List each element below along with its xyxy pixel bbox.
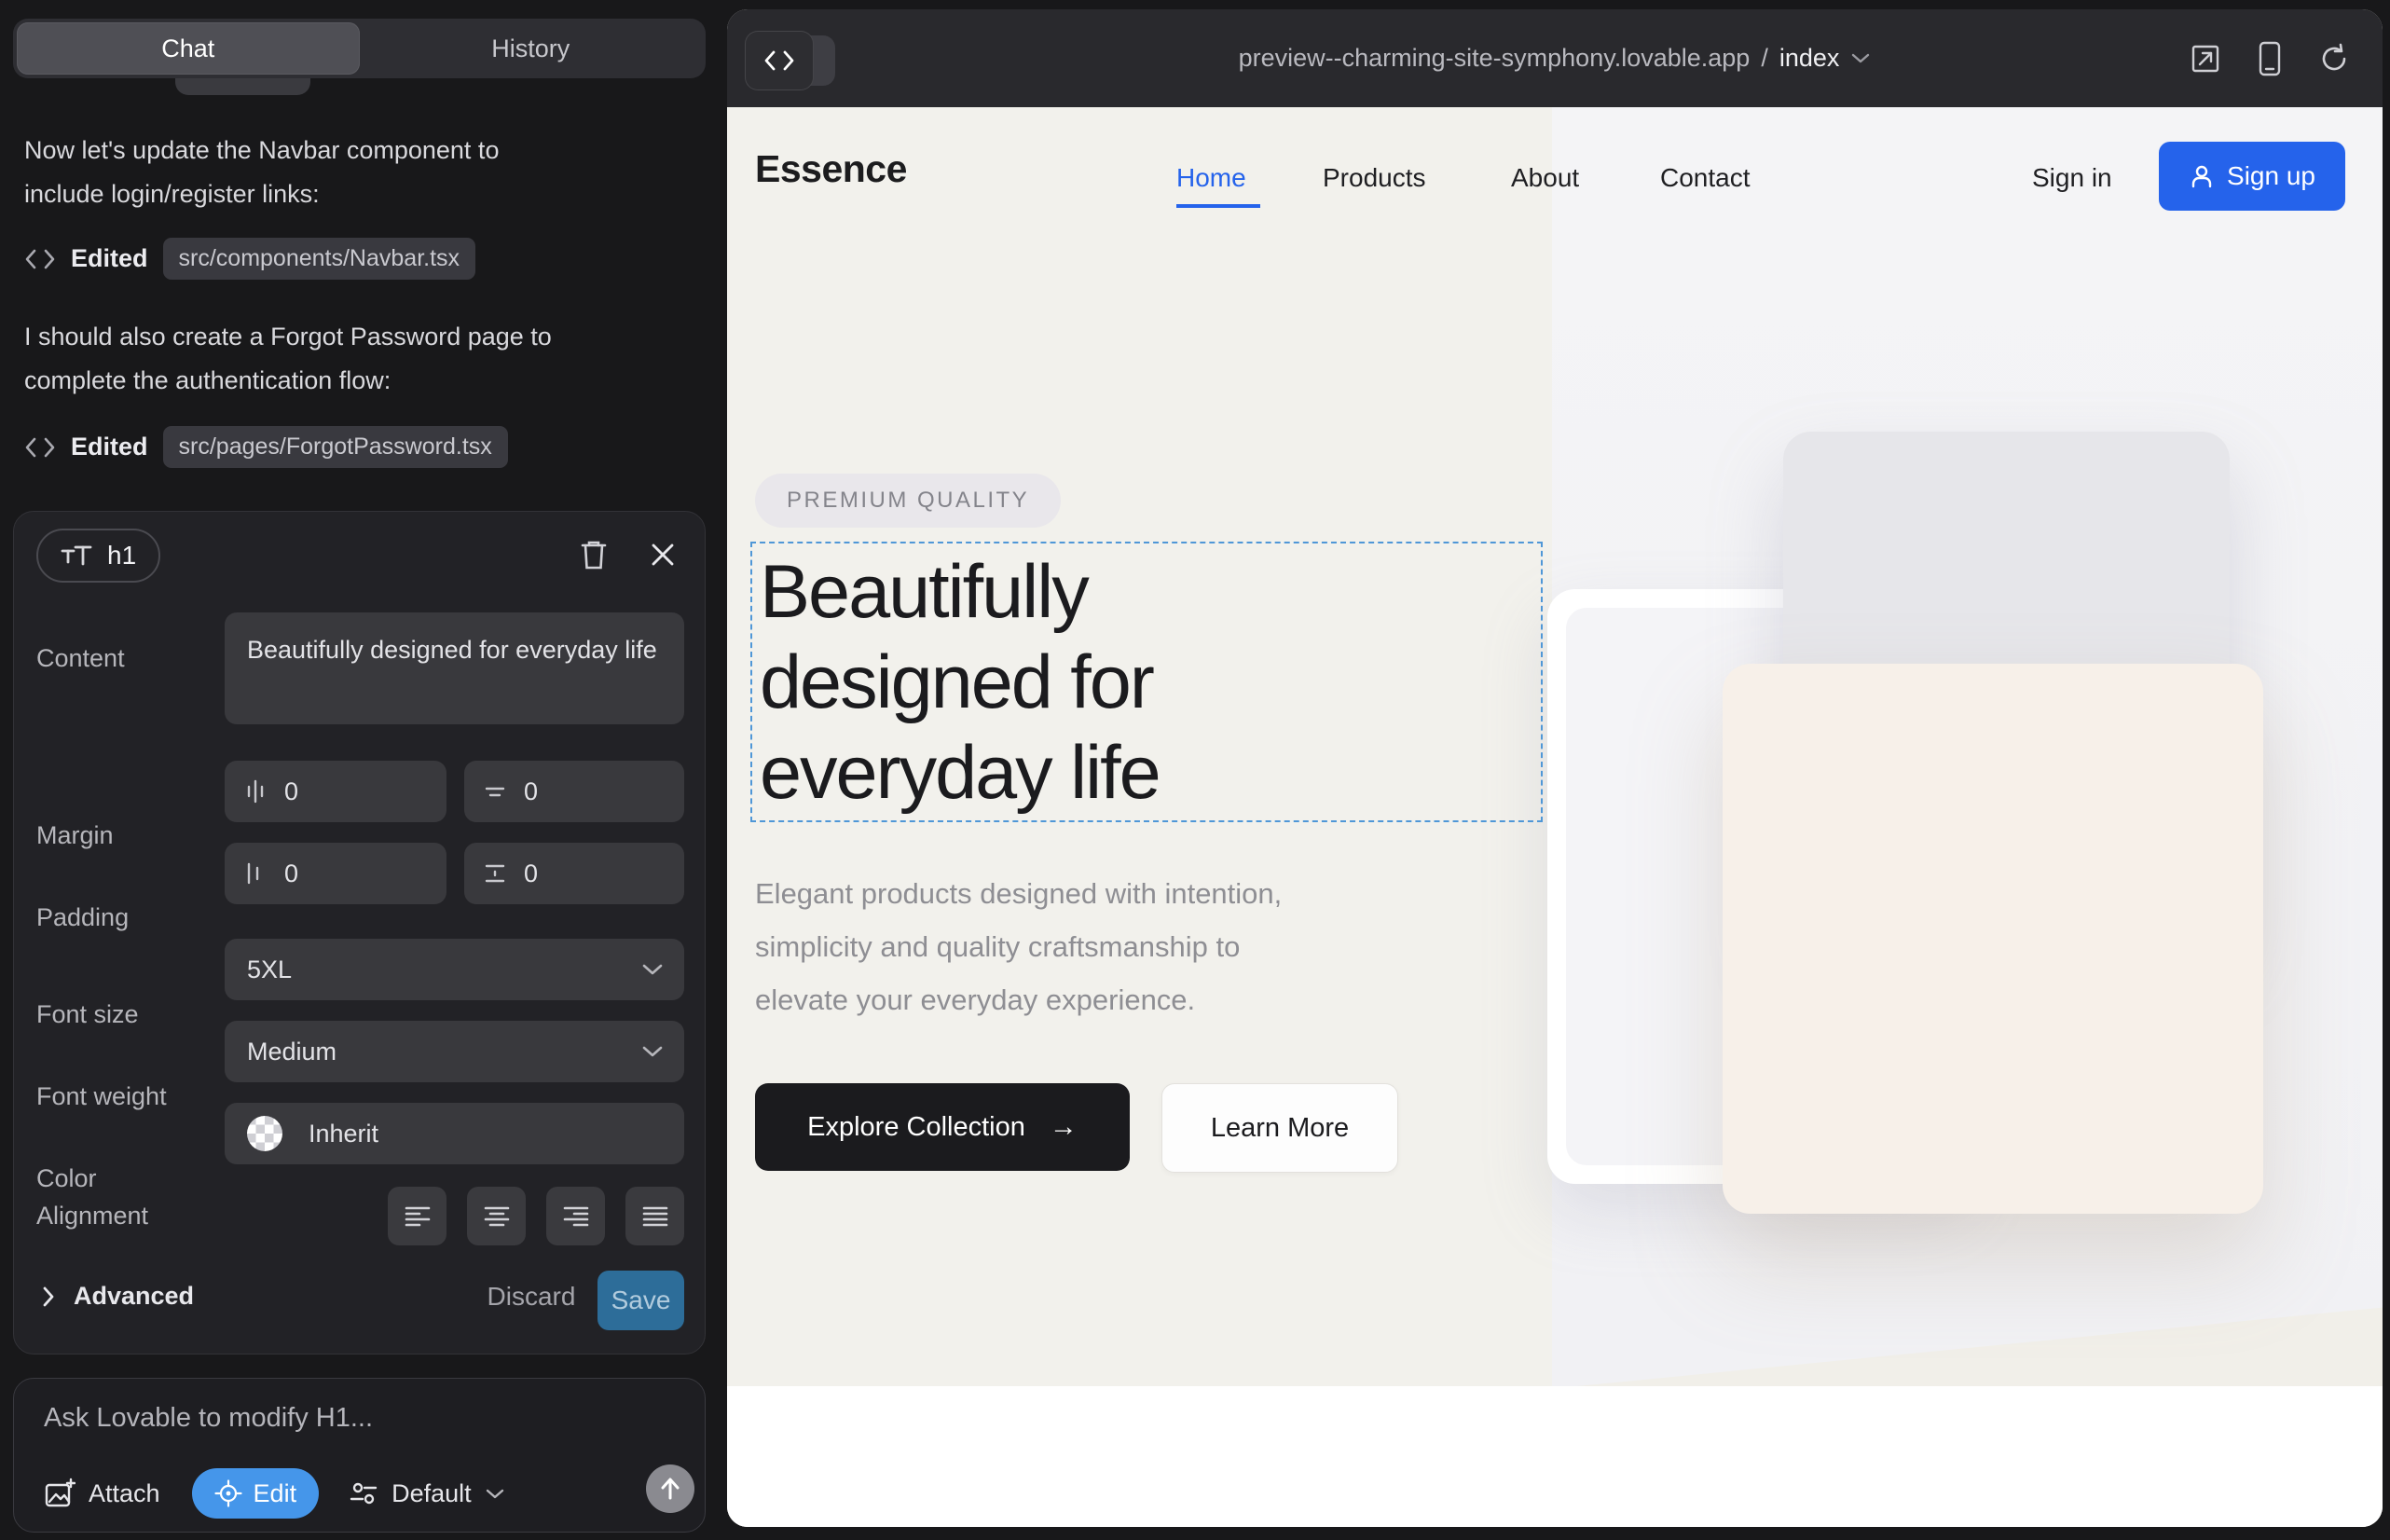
prompt-card: Ask Lovable to modify H1... Attach Edit …: [13, 1378, 706, 1533]
hero-heading[interactable]: Beautifully designed for everyday life: [760, 547, 1160, 818]
assistant-message: I should also create a Forgot Password p…: [24, 315, 552, 403]
chevron-right-icon: [42, 1286, 55, 1308]
arrow-right-icon: →: [1050, 1111, 1078, 1143]
padding-vertical-icon: [483, 860, 507, 887]
assistant-message: Now let's update the Navbar component to…: [24, 129, 499, 216]
selected-element-pill: h1: [36, 529, 160, 583]
delete-element-button[interactable]: [573, 534, 614, 575]
learn-more-button[interactable]: Learn More: [1161, 1083, 1398, 1173]
hero-paragraph: Elegant products designed with intention…: [755, 867, 1282, 1026]
chevron-down-icon: [485, 1488, 505, 1500]
site-page: Essence Home Products About Contact Sign…: [727, 107, 2383, 1527]
preview-browser-bar: preview--charming-site-symphony.lovable.…: [727, 9, 2383, 107]
active-nav-underline: [1176, 204, 1260, 208]
element-style-editor: h1 Content Beautifully designed for ever…: [13, 511, 706, 1354]
margin-y-input[interactable]: 0: [464, 761, 684, 822]
tab-chat[interactable]: Chat: [17, 22, 360, 75]
padding-horizontal-icon: [243, 860, 268, 887]
content-input[interactable]: Beautifully designed for everyday life: [225, 612, 684, 724]
content-label: Content: [36, 644, 125, 673]
padding-label: Padding: [36, 903, 129, 932]
margin-label: Margin: [36, 821, 114, 850]
refresh-icon[interactable]: [2317, 42, 2351, 76]
font-size-select[interactable]: 5XL: [225, 939, 684, 1000]
color-select[interactable]: Inherit: [225, 1103, 684, 1164]
decor-card-cream: [1723, 664, 2263, 1214]
nav-link-products[interactable]: Products: [1323, 163, 1426, 193]
margin-x-input[interactable]: 0: [225, 761, 446, 822]
target-icon: [214, 1479, 242, 1507]
padding-x-input[interactable]: 0: [225, 843, 446, 904]
font-size-label: Font size: [36, 1000, 139, 1029]
mode-select[interactable]: Default: [349, 1479, 505, 1508]
url-separator: /: [1761, 44, 1768, 73]
attach-image-icon: [44, 1478, 76, 1509]
url-page: index: [1779, 44, 1840, 73]
advanced-expander[interactable]: Advanced: [42, 1282, 194, 1311]
color-swatch: [247, 1116, 282, 1151]
nav-link-contact[interactable]: Contact: [1660, 163, 1751, 193]
prompt-toolbar: Attach Edit Default: [44, 1468, 505, 1519]
font-weight-label: Font weight: [36, 1082, 167, 1111]
close-editor-button[interactable]: [642, 534, 683, 575]
url-bar[interactable]: preview--charming-site-symphony.lovable.…: [727, 9, 2383, 107]
font-weight-select[interactable]: Medium: [225, 1021, 684, 1082]
prompt-input[interactable]: Ask Lovable to modify H1...: [44, 1403, 373, 1434]
scrolled-message-badge: [175, 78, 310, 95]
edited-label: Edited: [71, 244, 148, 273]
tab-history[interactable]: History: [360, 22, 703, 75]
typography-icon: [61, 542, 92, 570]
chevron-down-icon: [641, 963, 664, 976]
sign-in-link[interactable]: Sign in: [2032, 163, 2112, 193]
edit-mode-button[interactable]: Edit: [192, 1468, 320, 1519]
align-left-button[interactable]: [388, 1187, 446, 1245]
edited-file-row: Edited src/pages/ForgotPassword.tsx: [24, 426, 508, 468]
edited-label: Edited: [71, 433, 148, 461]
site-logo[interactable]: Essence: [755, 147, 907, 191]
align-justify-button[interactable]: [625, 1187, 684, 1245]
open-external-icon[interactable]: [2189, 42, 2222, 76]
discard-button[interactable]: Discard: [480, 1282, 583, 1312]
align-center-button[interactable]: [467, 1187, 526, 1245]
site-preview-frame: preview--charming-site-symphony.lovable.…: [727, 9, 2383, 1527]
send-button[interactable]: [646, 1464, 694, 1513]
explore-collection-button[interactable]: Explore Collection →: [755, 1083, 1130, 1171]
chat-history-tabbar: Chat History: [13, 19, 706, 78]
user-icon: [2189, 163, 2215, 189]
code-icon: [24, 435, 56, 460]
nav-link-about[interactable]: About: [1511, 163, 1579, 193]
url-host: preview--charming-site-symphony.lovable.…: [1239, 44, 1751, 73]
hero-badge: PREMIUM QUALITY: [755, 474, 1061, 528]
alignment-label: Alignment: [36, 1202, 148, 1231]
padding-y-input[interactable]: 0: [464, 843, 684, 904]
attach-button[interactable]: Attach: [44, 1478, 160, 1509]
edited-file-row: Edited src/components/Navbar.tsx: [24, 238, 475, 280]
next-section-background: [727, 1386, 2383, 1527]
file-badge[interactable]: src/pages/ForgotPassword.tsx: [163, 426, 508, 468]
code-icon: [24, 247, 56, 271]
mobile-view-icon[interactable]: [2258, 41, 2282, 76]
save-button[interactable]: Save: [598, 1271, 684, 1330]
align-right-button[interactable]: [546, 1187, 605, 1245]
lovable-chat-panel: Chat History Now let's update the Navbar…: [0, 0, 725, 1540]
nav-link-home[interactable]: Home: [1176, 163, 1246, 193]
chevron-down-icon: [641, 1045, 664, 1058]
chevron-down-icon[interactable]: [1850, 52, 1871, 64]
sign-up-button[interactable]: Sign up: [2159, 142, 2345, 211]
margin-horizontal-icon: [243, 778, 268, 804]
settings-sliders-icon: [349, 1479, 378, 1507]
margin-vertical-icon: [483, 778, 507, 804]
color-label: Color: [36, 1164, 97, 1193]
file-badge[interactable]: src/components/Navbar.tsx: [163, 238, 476, 280]
element-tag-label: h1: [107, 541, 136, 571]
